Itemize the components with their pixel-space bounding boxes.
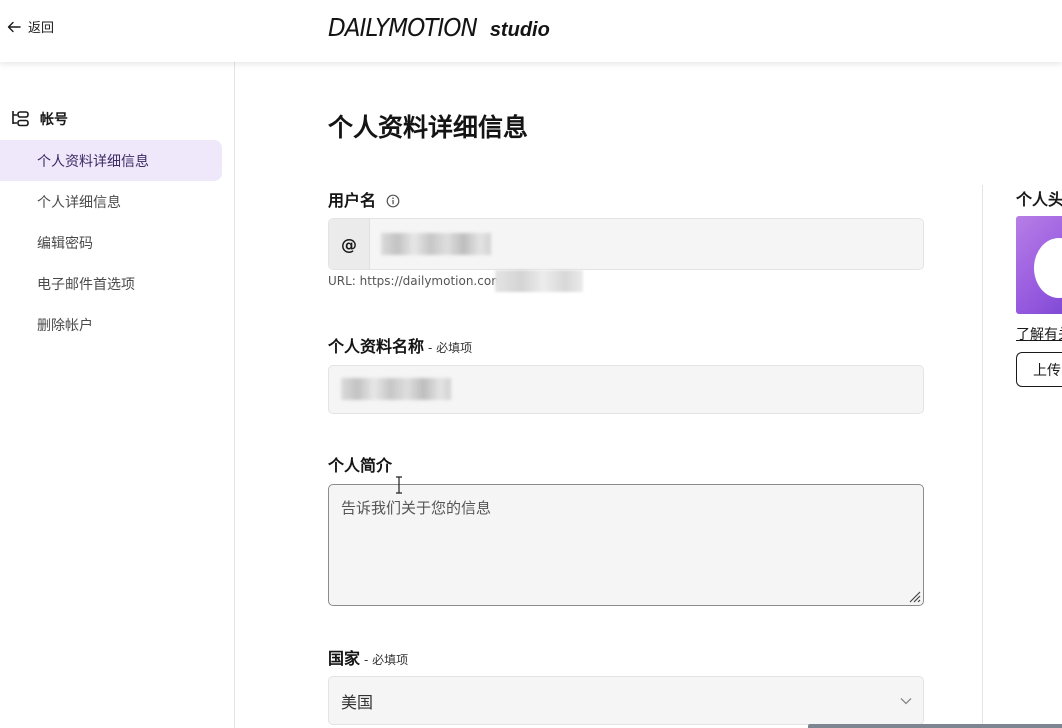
avatar-placeholder-icon [1034, 238, 1062, 298]
profile-url: URL: https://dailymotion.com [328, 274, 503, 288]
bio-label: 个人简介 [328, 452, 392, 476]
bio-label-text: 个人简介 [328, 456, 393, 475]
logo-brand: DAILYMOTION [328, 13, 478, 42]
username-label-text: 用户名 [328, 191, 377, 210]
country-label-text: 国家 [328, 649, 361, 668]
sidebar-item-label: 电子邮件首选项 [37, 276, 135, 293]
chevron-down-icon [900, 698, 912, 705]
upload-avatar-button[interactable]: 上传 [1016, 352, 1062, 387]
arrow-left-icon [7, 21, 21, 32]
back-label: 返回 [28, 21, 55, 36]
sidebar-item-label: 编辑密码 [37, 235, 93, 252]
text-cursor-icon [396, 476, 402, 494]
sidebar-item-edit-password[interactable]: 编辑密码 [0, 222, 222, 263]
country-selected-value: 美国 [341, 692, 374, 712]
column-divider [982, 185, 983, 728]
horizontal-scrollbar[interactable] [808, 724, 1062, 728]
profile-name-field[interactable] [328, 365, 924, 414]
redacted-url-handle [495, 270, 583, 292]
bio-placeholder: 告诉我们关于您的信息 [341, 499, 492, 517]
avatar-preview [1016, 216, 1062, 314]
upload-button-label: 上传 [1033, 362, 1061, 379]
sidebar-item-delete-account[interactable]: 删除帐户 [0, 304, 222, 345]
country-select[interactable]: 美国 [328, 676, 924, 725]
redacted-profile-name [341, 378, 451, 400]
bio-textarea[interactable]: 告诉我们关于您的信息 [328, 484, 924, 606]
redacted-username [381, 233, 491, 255]
country-label: 国家 - 必填项 [328, 645, 408, 669]
sidebar-item-label: 删除帐户 [37, 317, 93, 334]
account-tree-icon [12, 111, 29, 127]
username-field[interactable]: @ [328, 218, 924, 270]
sidebar-section-title: 帐号 [40, 112, 68, 128]
at-prefix: @ [329, 219, 370, 269]
required-tag: - 必填项 [364, 653, 409, 667]
sidebar-item-email-preferences[interactable]: 电子邮件首选项 [0, 263, 222, 304]
profile-name-label-text: 个人资料名称 [328, 337, 425, 356]
back-button[interactable]: 返回 [6, 17, 54, 36]
learn-more-link[interactable]: 了解有关 [1016, 324, 1062, 344]
required-tag: - 必填项 [428, 341, 473, 355]
username-label: 用户名 [328, 187, 400, 211]
profile-name-label: 个人资料名称 - 必填项 [328, 333, 472, 357]
info-icon[interactable] [386, 194, 400, 208]
page-title: 个人资料详细信息 [328, 113, 529, 142]
dailymotion-studio-logo[interactable]: DAILYMOTION studio [328, 13, 550, 42]
sidebar-item-profile-details[interactable]: 个人资料详细信息 [0, 140, 222, 181]
resize-grip-icon[interactable] [907, 589, 921, 603]
logo-suffix: studio [489, 19, 550, 41]
sidebar-item-label: 个人详细信息 [37, 194, 121, 211]
top-bar: 返回 DAILYMOTION studio [0, 0, 1062, 62]
sidebar-section-account: 帐号 [9, 108, 68, 130]
sidebar-item-personal-details[interactable]: 个人详细信息 [0, 181, 222, 222]
avatar-label: 个人头 [1016, 190, 1062, 209]
sidebar: 帐号 个人资料详细信息 个人详细信息 编辑密码 电子邮件首选项 删除帐户 [0, 62, 235, 728]
sidebar-item-label: 个人资料详细信息 [37, 153, 149, 170]
